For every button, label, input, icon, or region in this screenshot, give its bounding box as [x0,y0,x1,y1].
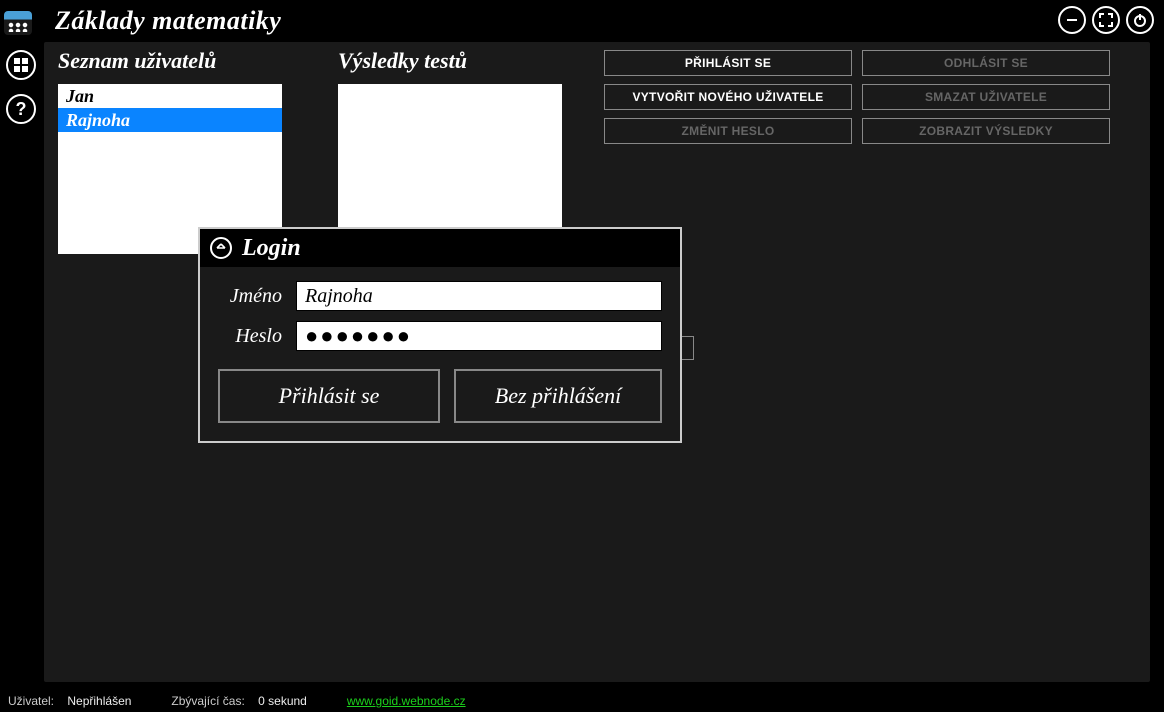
status-time-value: 0 sekund [258,694,307,708]
dialog-login-button[interactable]: Přihlásit se [218,369,440,423]
name-label: Jméno [218,285,296,308]
delete-user-button: SMAZAT UŽIVATELE [862,84,1110,110]
power-button[interactable] [1126,6,1154,34]
password-input[interactable] [296,321,662,351]
user-list-heading: Seznam uživatelů [58,48,216,74]
dialog-skip-button[interactable]: Bez přihlášení [454,369,662,423]
show-results-button: ZOBRAZIT VÝSLEDKY [862,118,1110,144]
fullscreen-button[interactable] [1092,6,1120,34]
name-input[interactable] [296,281,662,311]
logout-button: ODHLÁSIT SE [862,50,1110,76]
status-bar: Uživatel: Nepřihlášen Zbývající čas: 0 s… [0,690,1164,712]
dialog-title: Login [242,235,301,262]
app-title: Základy matematiky [55,6,281,36]
password-label: Heslo [218,325,296,348]
minimize-button[interactable] [1058,6,1086,34]
login-button[interactable]: PŘIHLÁSIT SE [604,50,852,76]
list-item[interactable]: Jan [58,84,282,108]
list-item[interactable]: Rajnoha [58,108,282,132]
status-user-label: Uživatel: [8,694,54,708]
status-time-label: Zbývající čas: [171,694,244,708]
change-password-button: ZMĚNIT HESLO [604,118,852,144]
results-heading: Výsledky testů [338,48,467,74]
login-dialog: Login Jméno Heslo Přihlásit se Bez přihl… [198,227,682,443]
grid-icon[interactable] [6,50,36,80]
status-user-value: Nepřihlášen [67,694,131,708]
login-icon [210,237,232,259]
create-user-button[interactable]: VYTVOŘIT NOVÉHO UŽIVATELE [604,84,852,110]
app-logo [4,11,32,35]
help-icon[interactable]: ? [6,94,36,124]
status-link[interactable]: www.goid.webnode.cz [347,694,466,708]
